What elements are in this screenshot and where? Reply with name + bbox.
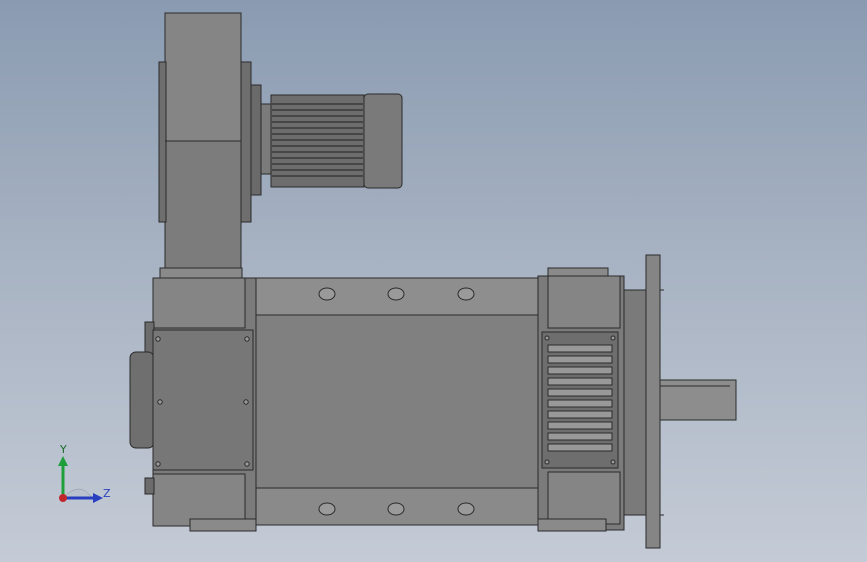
dc-motor-model[interactable] — [0, 0, 867, 562]
cad-viewport[interactable]: Y Z — [0, 0, 867, 562]
y-axis-label: Y — [59, 443, 67, 456]
y-axis-arrow-icon — [58, 456, 68, 466]
output-shaft — [659, 379, 737, 421]
blower-housing — [158, 12, 252, 272]
terminal-box-cover — [152, 329, 254, 471]
main-frame — [255, 277, 539, 526]
mounting-flange — [623, 254, 664, 549]
coordinate-triad: Y Z — [58, 443, 111, 503]
z-axis-label: Z — [103, 487, 111, 500]
vent-grille — [541, 331, 619, 469]
x-axis-point-icon — [59, 494, 67, 502]
blower-motor — [250, 84, 403, 196]
z-axis-arrow-icon — [93, 493, 103, 503]
